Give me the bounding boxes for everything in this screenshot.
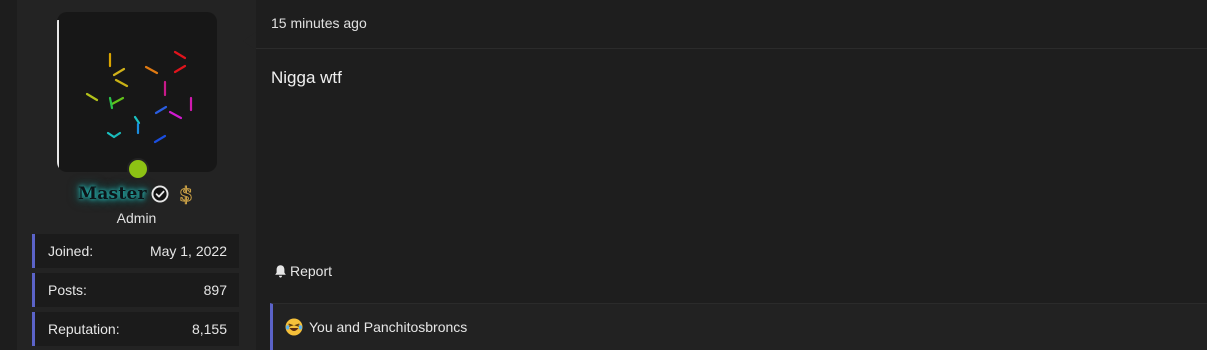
stat-posts: Posts: 897 (32, 273, 239, 307)
user-title: Admin (116, 210, 157, 226)
avatar-art (85, 50, 193, 144)
stat-label: Joined: (48, 243, 94, 259)
online-status-indicator (127, 158, 149, 180)
message-pointer (243, 32, 256, 50)
username-row: Master $ (17, 182, 256, 206)
stat-value: May 1, 2022 (149, 243, 227, 259)
dollar-badge-icon: $ (178, 182, 193, 206)
stat-reputation: Reputation: 8,155 (32, 312, 239, 346)
stat-label: Posts: (48, 282, 87, 298)
reactions-bar[interactable]: You and Panchitosbroncs (270, 303, 1207, 350)
post-timestamp[interactable]: 15 minutes ago (271, 15, 367, 31)
avatar[interactable] (57, 12, 217, 172)
message-body: Nigga wtf (271, 68, 342, 87)
report-label: Report (290, 263, 333, 279)
message-header: 15 minutes ago (256, 0, 1207, 49)
stat-joined: Joined: May 1, 2022 (32, 234, 239, 268)
stat-value: 897 (203, 282, 227, 298)
laughing-emoji-icon (285, 318, 303, 336)
reactions-text[interactable]: You and Panchitosbroncs (309, 319, 467, 335)
stat-value: 8,155 (191, 321, 227, 337)
stat-label: Reputation: (48, 321, 120, 337)
username[interactable]: Master (78, 184, 147, 204)
report-button[interactable]: Report (273, 263, 332, 279)
verified-check-icon (151, 185, 169, 203)
bell-icon (273, 264, 288, 279)
user-sidebar: Master $ Admin Joined: May 1, 2022 Posts… (17, 0, 256, 350)
message-content: 15 minutes ago Nigga wtf Report You and … (256, 0, 1207, 350)
forum-post: Master $ Admin Joined: May 1, 2022 Posts… (0, 0, 1207, 350)
